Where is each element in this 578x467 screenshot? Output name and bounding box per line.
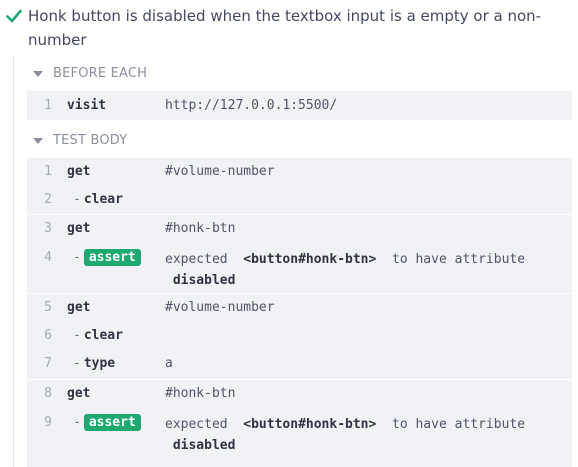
assert-msg-attr: disabled — [172, 273, 236, 288]
command-message: http://127.0.0.1:5500/ — [165, 98, 338, 113]
command-name-text: type — [83, 356, 116, 371]
command-row[interactable]: 3 get #honk-btn — [27, 215, 572, 243]
hook-label: TEST BODY — [53, 133, 128, 148]
command-number: 8 — [44, 386, 52, 401]
command-name: get — [67, 221, 91, 236]
command-row[interactable]: 8 get #honk-btn — [27, 380, 572, 408]
command-number: 5 — [44, 300, 52, 315]
hook-test-body[interactable]: TEST BODY — [33, 133, 127, 148]
caret-down-icon — [33, 70, 43, 77]
command-number: 1 — [44, 98, 52, 113]
assert-badge: assert — [83, 414, 141, 431]
command-number: 1 — [44, 164, 52, 179]
assert-msg-post: to have attribute — [392, 252, 526, 267]
hook-label: BEFORE EACH — [53, 66, 148, 81]
test-rail — [13, 57, 14, 467]
command-name: - clear — [73, 186, 123, 214]
command-name: - clear — [73, 322, 123, 350]
command-message: #volume-number — [165, 164, 275, 179]
test-body-commands: 1 get #volume-number 2 - clear 3 get #hon… — [27, 158, 572, 467]
assert-msg-element: <button#honk-btn> — [243, 417, 377, 432]
assert-msg-pre: expected — [165, 252, 228, 267]
command-number: 4 — [44, 250, 52, 265]
command-row[interactable]: 1 visit http://127.0.0.1:5500/ — [27, 91, 572, 120]
command-row[interactable]: 6 - clear — [27, 322, 572, 350]
command-name-text: clear — [83, 192, 123, 207]
test-title: Honk button is disabled when the textbox… — [28, 7, 542, 49]
command-name: - assert — [73, 414, 141, 432]
command-name: get — [67, 300, 91, 315]
command-name: - type — [73, 350, 115, 378]
command-message: a — [165, 356, 173, 371]
command-name: visit — [67, 98, 107, 113]
hook-before-each[interactable]: BEFORE EACH — [33, 66, 147, 81]
child-dash: - — [73, 356, 81, 371]
assert-msg-pre: expected — [165, 417, 228, 432]
command-name: get — [67, 164, 91, 179]
command-name: get — [67, 386, 91, 401]
command-row-assert[interactable]: 4 - assert expected <button#honk-btn> to … — [27, 243, 572, 293]
assert-msg-element: <button#honk-btn> — [243, 252, 377, 267]
command-name-text: clear — [83, 328, 123, 343]
assert-message: expected <button#honk-btn> to have attri… — [165, 249, 525, 291]
before-each-commands: 1 visit http://127.0.0.1:5500/ — [27, 91, 572, 120]
command-row[interactable]: 5 get #volume-number — [27, 294, 572, 322]
command-number: 3 — [44, 221, 52, 236]
command-name: - assert — [73, 249, 141, 267]
child-dash: - — [73, 415, 81, 430]
test-header[interactable]: Honk button is disabled when the textbox… — [6, 4, 566, 52]
command-row[interactable]: 2 - clear — [27, 186, 572, 214]
command-row-assert[interactable]: 9 - assert expected <button#honk-btn> to … — [27, 408, 572, 458]
assert-message: expected <button#honk-btn> to have attri… — [165, 414, 525, 456]
command-number: 7 — [44, 356, 52, 371]
command-message: #honk-btn — [165, 221, 236, 236]
child-dash: - — [73, 328, 81, 343]
check-icon — [6, 4, 26, 52]
command-row[interactable]: 1 get #volume-number — [27, 158, 572, 186]
command-number: 2 — [44, 192, 52, 207]
child-dash: - — [73, 192, 81, 207]
assert-msg-post: to have attribute — [392, 417, 526, 432]
child-dash: - — [73, 250, 81, 265]
assert-badge: assert — [83, 249, 141, 266]
command-number: 6 — [44, 328, 52, 343]
assert-msg-attr: disabled — [172, 438, 236, 453]
command-number: 9 — [44, 415, 52, 430]
command-message: #honk-btn — [165, 386, 236, 401]
command-row[interactable]: 7 - type a — [27, 350, 572, 378]
command-message: #volume-number — [165, 300, 275, 315]
caret-down-icon — [33, 137, 43, 144]
